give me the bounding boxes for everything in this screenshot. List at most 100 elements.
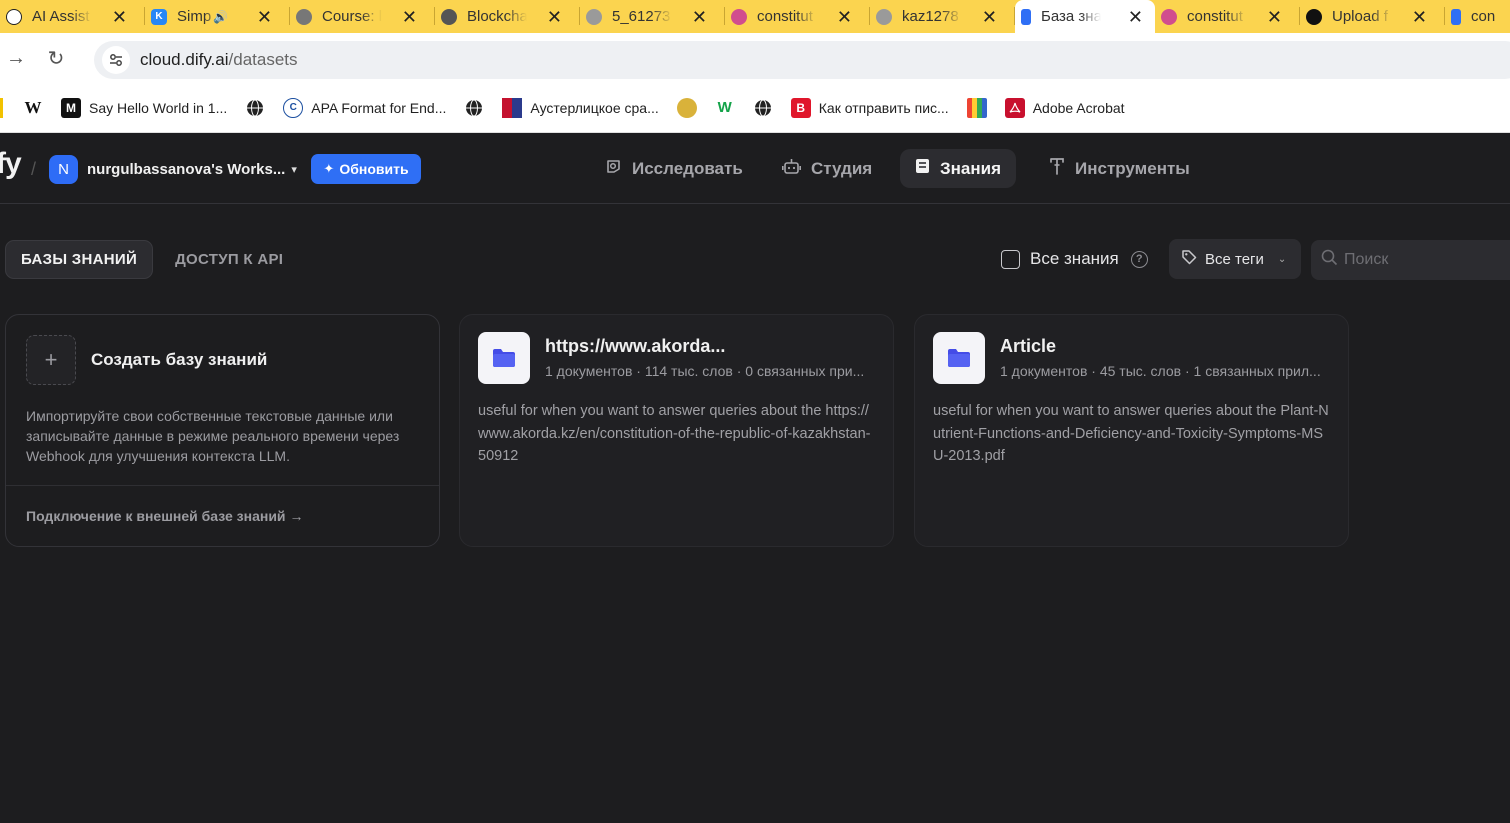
bookmark-item[interactable] (753, 93, 773, 123)
bookmark-item[interactable] (245, 93, 265, 123)
tab-title: con (1471, 8, 1496, 25)
dataset-card[interactable]: Article 1 документов · 45 тыс. слов · 1 … (914, 314, 1349, 547)
dify-icon (1021, 8, 1031, 25)
close-tab-icon[interactable]: ✕ (547, 8, 562, 26)
book-icon (966, 97, 987, 118)
site-settings-icon[interactable] (102, 46, 130, 74)
search-box[interactable] (1311, 240, 1510, 280)
divider (6, 485, 439, 486)
create-knowledge-card[interactable]: + Создать базу знаний Импортируйте свои … (5, 314, 440, 547)
browser-toolbar: → ↻ cloud.dify.ai/datasets (0, 33, 1510, 83)
nav-label: Исследовать (632, 158, 743, 178)
citation-icon: C (283, 97, 304, 118)
create-knowledge-title: Создать базу знаний (91, 350, 268, 369)
b-icon: B (790, 97, 811, 118)
github-icon (1306, 8, 1322, 25)
knowledge-tabs: БАЗЫ ЗНАНИЙ ДОСТУП К API (5, 240, 298, 279)
globe-icon (876, 8, 892, 25)
close-tab-icon[interactable]: ✕ (1128, 8, 1143, 26)
help-icon[interactable]: ? (1130, 250, 1148, 268)
tab-title: 5_61273 (612, 8, 671, 25)
bookmark-item[interactable]: Аустерлицкое сра... (502, 93, 659, 123)
tab-title: Course: l (322, 8, 382, 25)
tab-title: kaz1278 (902, 8, 959, 25)
bookmark-item[interactable]: C APA Format for End... (283, 93, 446, 123)
w3-icon: W (717, 99, 732, 116)
close-tab-icon[interactable]: ✕ (257, 8, 272, 26)
bookmark-label: Say Hello World in 1... (89, 99, 228, 116)
url-text[interactable]: cloud.dify.ai/datasets (140, 50, 298, 70)
folder-icon (478, 332, 530, 384)
dataset-title: Article (1000, 336, 1057, 356)
close-tab-icon[interactable]: ✕ (837, 8, 852, 26)
book-icon (915, 158, 930, 179)
dataset-card[interactable]: https://www.akorda... 1 документов · 114… (459, 314, 894, 547)
close-tab-icon[interactable]: ✕ (112, 8, 127, 26)
dataset-meta: 1 документов · 114 тыс. слов · 0 связанн… (545, 363, 865, 379)
dataset-title: https://www.akorda... (545, 336, 726, 356)
blockchain-icon (441, 8, 457, 25)
bookmark-label: Adobe Acrobat (1032, 99, 1125, 116)
nav-studio[interactable]: Студия (767, 149, 887, 188)
all-knowledge-filter[interactable]: Все знания ? (1001, 249, 1148, 269)
globe-icon (753, 98, 773, 118)
tab-title: constitut (757, 8, 813, 25)
tab-title: Blockcha (467, 8, 527, 25)
search-icon (1321, 249, 1338, 271)
close-tab-icon[interactable]: ✕ (982, 8, 997, 26)
browser-tab[interactable]: Course: l ✕ (290, 0, 435, 33)
bookmark-item[interactable] (676, 93, 697, 123)
bookmark-item[interactable]: W (715, 93, 735, 123)
nav-explore[interactable]: Исследовать (590, 149, 758, 188)
forward-icon[interactable]: → (0, 38, 36, 78)
tab-title: AI Assist (32, 8, 90, 25)
browser-tab-active[interactable]: База зна ✕ (1015, 0, 1155, 33)
globe-icon (586, 8, 602, 25)
bookmarks-edge (0, 97, 3, 118)
bookmark-wikipedia[interactable]: W (23, 93, 43, 123)
tab-title: База зна (1041, 8, 1101, 25)
bookmark-item[interactable] (966, 93, 987, 123)
create-knowledge-header[interactable]: + Создать базу знаний (26, 335, 267, 385)
all-knowledge-checkbox[interactable] (1001, 249, 1020, 269)
vk-icon: K (151, 8, 167, 25)
nav-knowledge[interactable]: Знания (900, 149, 1017, 188)
dify-icon (1451, 8, 1461, 25)
globe-icon (464, 98, 484, 118)
close-tab-icon[interactable]: ✕ (692, 8, 707, 26)
browser-tab[interactable]: K Simp 🔊 ✕ (145, 0, 290, 33)
connect-external-knowledge-link[interactable]: Подключение к внешней базе знаний → (26, 508, 303, 524)
bookmark-item[interactable]: M Say Hello World in 1... (61, 93, 227, 123)
browser-tab[interactable]: constitut ✕ (1155, 0, 1300, 33)
tag-icon (1181, 249, 1197, 270)
arrow-right-icon: → (289, 508, 304, 524)
all-knowledge-label: Все знания (1030, 249, 1119, 268)
chevron-down-icon: ⌄ (1277, 253, 1287, 265)
dataset-description: useful for when you want to answer queri… (933, 403, 1329, 464)
reload-icon[interactable]: ↻ (36, 38, 76, 78)
bookmark-label: Как отправить пис... (818, 99, 949, 116)
close-tab-icon[interactable]: ✕ (1267, 8, 1282, 26)
dify-face-icon (731, 8, 747, 25)
browser-tab[interactable]: Blockcha ✕ (435, 0, 580, 33)
browser-tab[interactable]: 5_61273 ✕ (580, 0, 725, 33)
browser-tab[interactable]: Upload f ✕ (1300, 0, 1445, 33)
browser-tab[interactable]: constitut ✕ (725, 0, 870, 33)
tab-knowledge-bases[interactable]: БАЗЫ ЗНАНИЙ (5, 240, 154, 279)
bookmark-label: APA Format for End... (311, 99, 447, 116)
tags-filter[interactable]: Все теги ⌄ (1169, 239, 1301, 279)
bookmark-item[interactable] (464, 93, 484, 123)
bookmark-item[interactable]: Adobe Acrobat (1004, 93, 1125, 123)
address-bar[interactable]: cloud.dify.ai/datasets (94, 41, 1510, 79)
emblem-icon (676, 97, 697, 118)
search-input[interactable] (1344, 251, 1504, 269)
close-tab-icon[interactable]: ✕ (1412, 8, 1427, 26)
close-tab-icon[interactable]: ✕ (402, 8, 417, 26)
bookmark-item[interactable]: B Как отправить пис... (790, 93, 949, 123)
browser-tab[interactable]: kaz1278 ✕ (870, 0, 1015, 33)
browser-tab[interactable]: con (1445, 0, 1510, 33)
tab-api-access[interactable]: ДОСТУП К API (160, 240, 298, 279)
browser-tab[interactable]: AI Assist ✕ (0, 0, 145, 33)
nav-tools[interactable]: Инструменты (1034, 149, 1205, 188)
nav-label: Инструменты (1075, 158, 1190, 178)
